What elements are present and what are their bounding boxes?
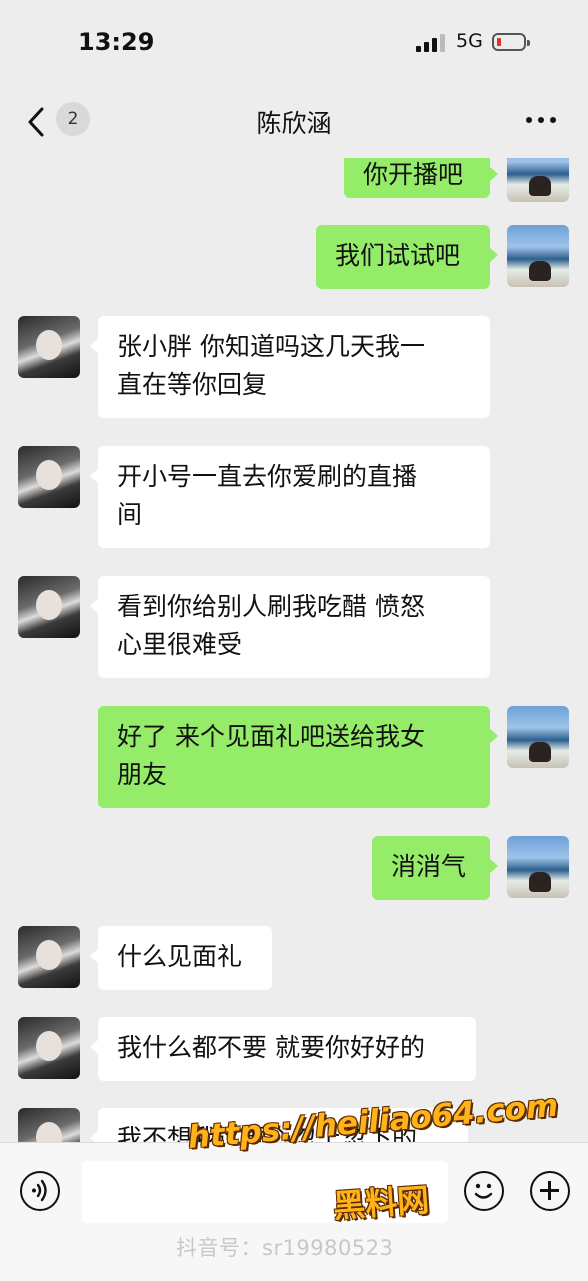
douyin-watermark: 抖音号：sr19980523 (176, 1236, 394, 1260)
my-avatar[interactable] (507, 836, 569, 898)
message-bubble-received[interactable]: 看到你给别人刷我吃醋 愤怒 心里很难受 (90, 576, 490, 678)
smiley-icon (474, 1183, 493, 1199)
contact-avatar[interactable] (18, 1108, 80, 1142)
battery-icon (492, 33, 530, 51)
voice-wave-icon (32, 1179, 47, 1202)
message-bubble-sent[interactable]: 你开播吧 (344, 158, 498, 198)
message-list[interactable]: 你开播吧 我们试试吧 张小胖 你知道吗这几天我一 直在等你回复 开小号一直去你爱… (0, 158, 588, 1142)
more-functions-button[interactable] (530, 1171, 570, 1211)
contact-avatar[interactable] (18, 316, 80, 378)
watermark-site-name: 黑料网 (331, 1180, 431, 1226)
my-avatar[interactable] (507, 158, 569, 202)
my-avatar[interactable] (507, 225, 569, 287)
contact-avatar[interactable] (18, 1017, 80, 1079)
network-type: 5G (456, 30, 483, 52)
emoji-button[interactable] (464, 1171, 504, 1211)
voice-input-button[interactable] (20, 1171, 60, 1211)
contact-avatar[interactable] (18, 576, 80, 638)
message-bubble-received[interactable]: 张小胖 你知道吗这几天我一 直在等你回复 (90, 316, 490, 418)
status-bar: 13:29 5G (0, 0, 588, 88)
my-avatar[interactable] (507, 706, 569, 768)
contact-avatar[interactable] (18, 926, 80, 988)
message-bubble-sent[interactable]: 我们试试吧 (316, 225, 498, 289)
status-time: 13:29 (78, 28, 155, 56)
contact-avatar[interactable] (18, 446, 80, 508)
message-bubble-sent[interactable]: 消消气 (372, 836, 498, 900)
signal-strength-icon (416, 34, 448, 52)
message-bubble-received[interactable]: 什么见面礼 (90, 926, 272, 990)
message-bubble-sent[interactable]: 好了 来个见面礼吧送给我女 朋友 (98, 706, 498, 808)
message-bubble-received[interactable]: 开小号一直去你爱刷的直播 间 (90, 446, 490, 548)
more-options-icon[interactable] (524, 117, 558, 125)
message-bubble-received[interactable]: 我什么都不要 就要你好好的 (90, 1017, 476, 1081)
chat-title: 陈欣涵 (256, 109, 332, 138)
